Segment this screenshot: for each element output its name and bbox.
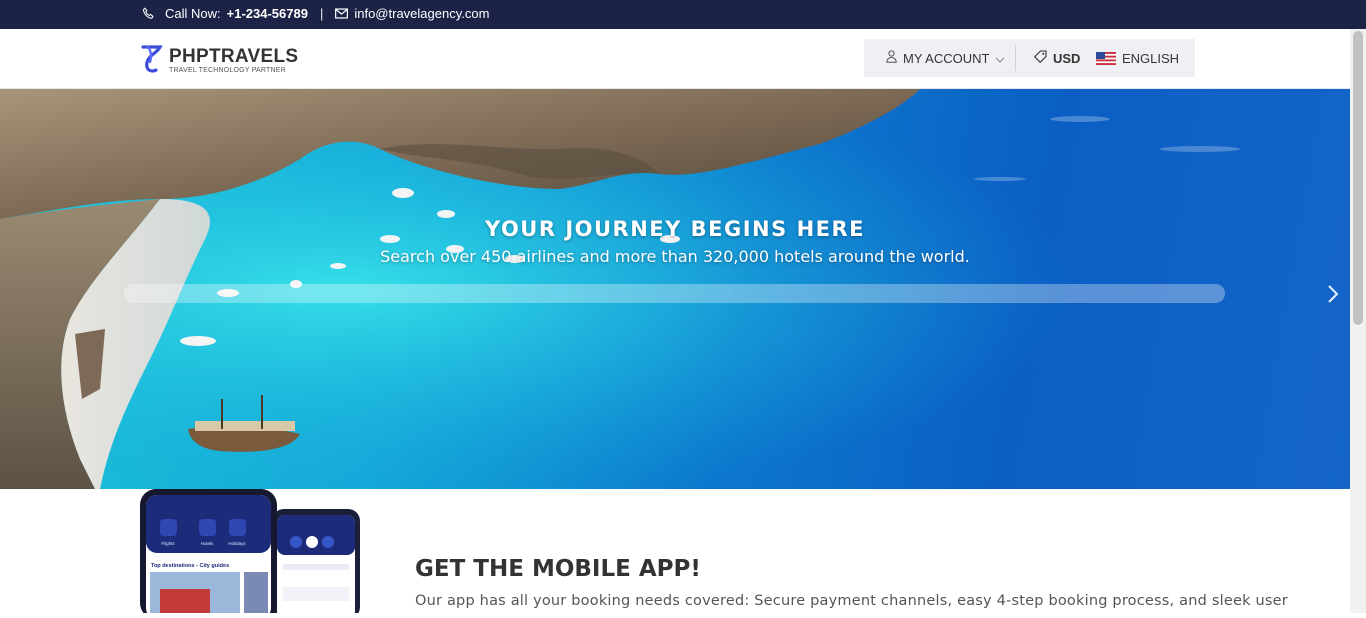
phone-number-link[interactable]: +1-234-56789 [227,6,308,21]
chevron-down-icon [995,51,1005,66]
email-link[interactable]: info@travelagency.com [354,6,489,21]
scrollbar-thumb[interactable] [1353,31,1363,325]
hero-subtitle: Search over 450 airlines and more than 3… [380,247,970,266]
logo-tagline: TRAVEL TECHNOLOGY PARTNER [169,67,286,74]
phone-icon [142,7,155,20]
phone-tab-label: Holidays [228,541,246,546]
mobile-app-phones-image: Flights Hotels Holidays Top destinations… [140,489,370,618]
chevron-right-icon[interactable] [1322,281,1344,307]
hero-title: YOUR JOURNEY BEGINS HERE [484,217,866,241]
envelope-icon [335,8,349,19]
user-icon [886,50,897,66]
call-now-label: Call Now: [165,6,221,21]
language-selector[interactable]: ENGLISH [1096,51,1179,66]
site-logo[interactable]: PHPTRAVELS TRAVEL TECHNOLOGY PARTNER [139,43,298,80]
phone-tab-label: Flights [161,541,175,546]
page-scrollbar[interactable] [1350,29,1366,613]
us-flag-icon [1096,51,1116,65]
site-header: PHPTRAVELS TRAVEL TECHNOLOGY PARTNER MY … [0,29,1350,89]
app-section-title: GET THE MOBILE APP! [415,556,701,582]
language-label: ENGLISH [1122,50,1180,66]
currency-label: USD [1053,50,1081,66]
tag-icon [1033,50,1047,66]
search-bar[interactable] [124,284,1225,303]
phone-tab-label: Hotels [201,541,215,546]
mobile-app-section: Flights Hotels Holidays Top destinations… [0,489,1350,618]
my-account-dropdown[interactable]: MY ACCOUNT [864,45,1016,71]
app-section-description: Our app has all your booking needs cover… [415,593,1288,609]
my-account-label: MY ACCOUNT [903,50,990,66]
hero-banner: YOUR JOURNEY BEGINS HERE Search over 450… [0,89,1350,489]
logo-name: PHPTRAVELS [169,46,299,67]
currency-selector[interactable]: USD [1016,50,1096,66]
phone-section-title: Top destinations - City guides [151,563,229,569]
top-contact-bar: Call Now: +1-234-56789 | info@travelagen… [0,0,1366,29]
logo-mark-icon [139,43,165,80]
divider: | [319,6,324,21]
header-user-panel: MY ACCOUNT USD ENGLISH [864,39,1195,77]
